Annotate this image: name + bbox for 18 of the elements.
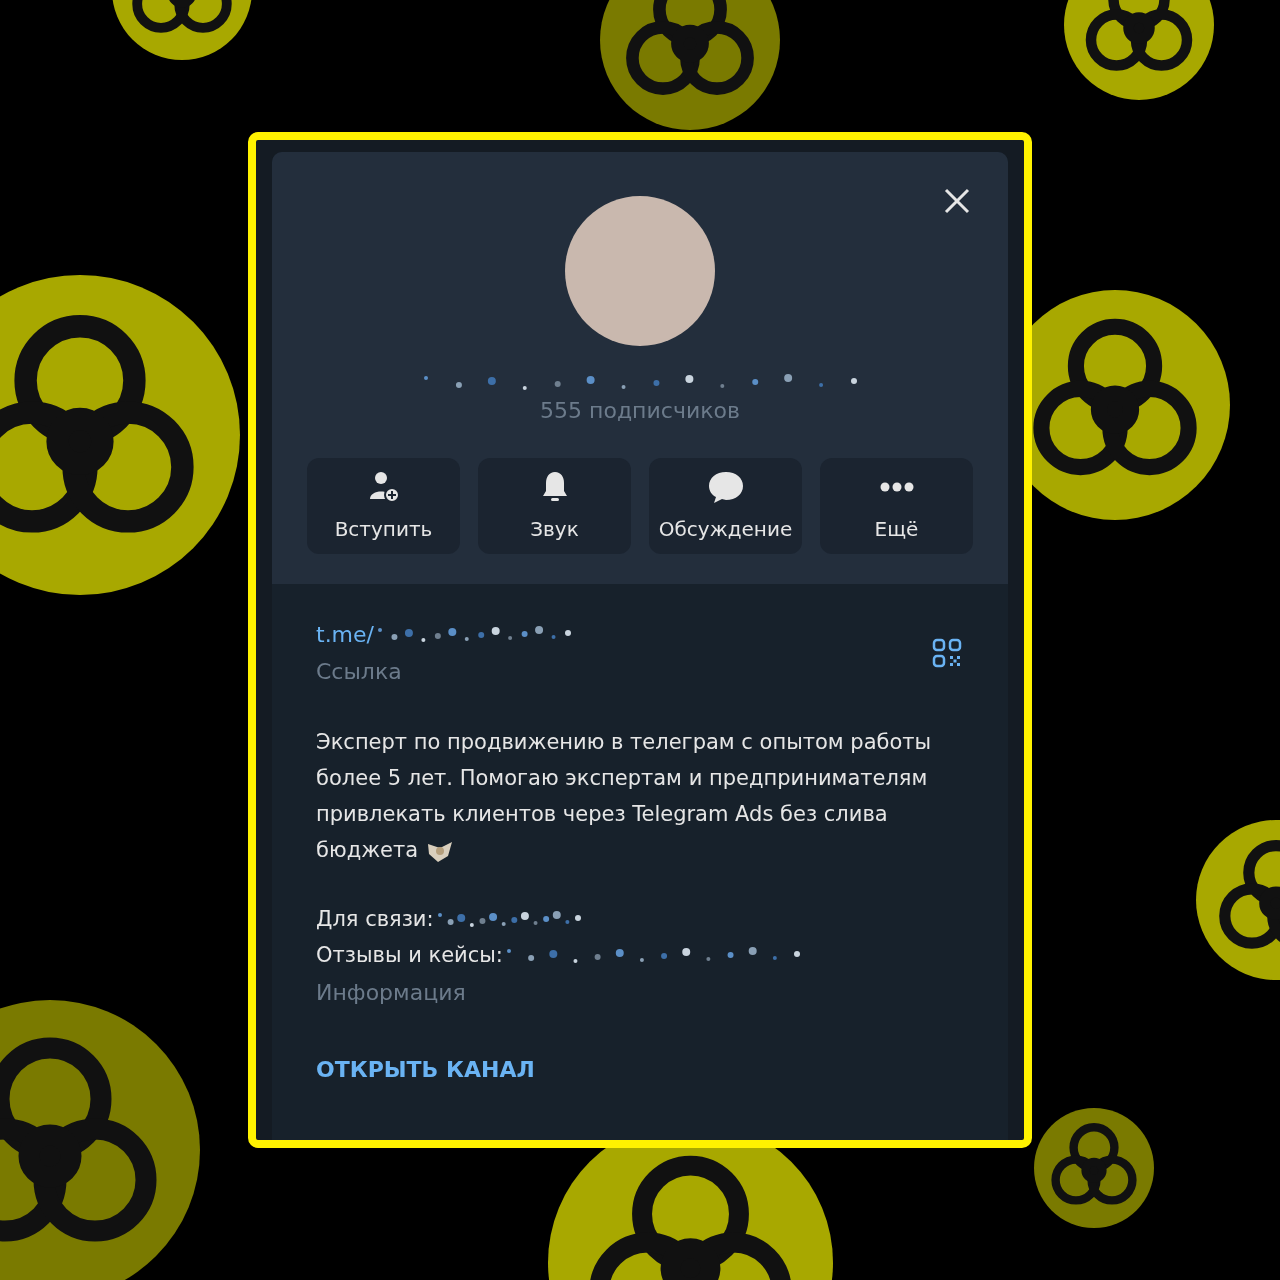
biohazard-icon [0,275,240,595]
more-icon [878,481,915,493]
channel-description: Эксперт по продвижению в телеграм с опытом работы более 5 лет. Помогаю экспертам и предпринимателям привлекать клиентов через Telegram Ads без слива бюджета [316,729,933,866]
contact-label: Отзывы и кейсы: [316,942,503,970]
action-button[interactable]: Звук [478,458,631,554]
chat-bubble-icon [706,469,745,505]
channel-link[interactable]: t.me/ [316,618,374,651]
action-button[interactable]: Вступить [307,458,460,554]
info-caption: Информация [316,979,467,1007]
action-button[interactable]: Обсуждение [649,458,802,554]
biohazard-icon [1034,1108,1154,1228]
contact-label: Для связи: [316,906,434,934]
link-caption: Ссылка [316,658,403,686]
subscriber-count: 555 подписчиков [540,397,740,425]
biohazard-icon [600,0,780,130]
open-channel-button[interactable]: ОТКРЫТЬ КАНАЛ [316,1053,535,1086]
action-button[interactable]: Ещё [820,458,973,554]
qr-code-icon[interactable] [932,638,962,668]
